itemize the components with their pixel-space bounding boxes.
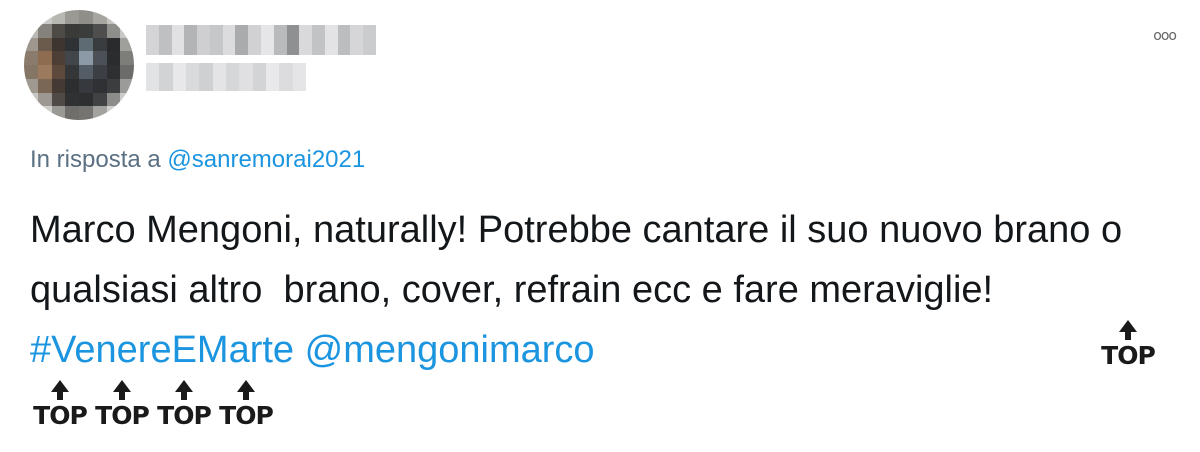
username-redacted[interactable] [146,63,306,91]
up-arrow-icon [113,380,131,392]
reply-mention-link[interactable]: @sanremorai2021 [167,146,365,173]
tweet-body: Marco Mengoni, naturally! Potrebbe canta… [30,209,1133,311]
tweet-text: Marco Mengoni, naturally! Potrebbe canta… [30,200,1170,380]
avatar[interactable] [24,10,134,120]
top-arrow-emoji: TOP [154,380,214,434]
more-options-icon[interactable]: ooo [1153,28,1177,44]
up-arrow-icon [51,380,69,392]
top-arrow-emoji: TOP [216,380,276,434]
display-name-redacted[interactable] [146,25,376,55]
hashtag-link[interactable]: #VenereEMarte [30,329,294,371]
up-arrow-icon [175,380,193,392]
reply-context: In risposta a @sanremorai2021 [30,146,365,174]
reply-prefix: In risposta a [30,146,168,173]
top-arrow-emoji: TOP [1098,320,1158,374]
up-arrow-icon [237,380,255,392]
up-arrow-icon [1119,320,1137,332]
mention-link[interactable]: @mengonimarco [305,329,595,371]
top-arrow-emoji: TOP [92,380,152,434]
top-arrow-emoji: TOP [30,380,90,434]
